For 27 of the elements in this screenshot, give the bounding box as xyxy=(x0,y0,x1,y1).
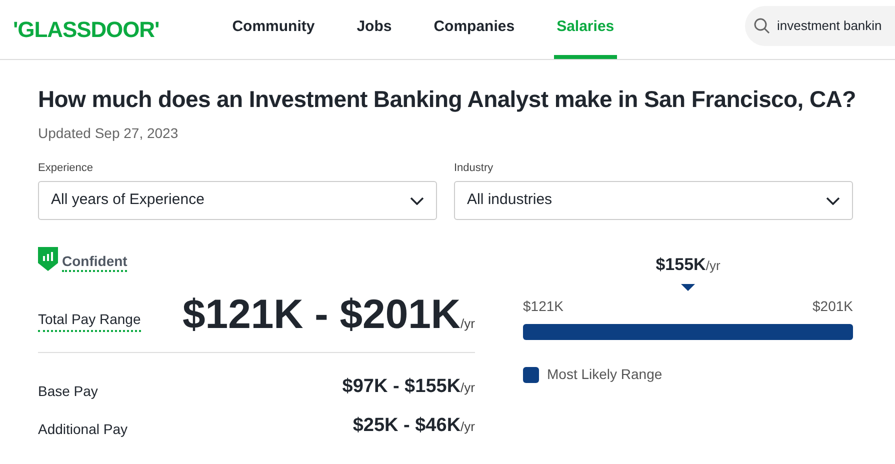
chevron-down-icon xyxy=(826,196,840,204)
nav-link[interactable]: Community xyxy=(229,0,318,59)
pay-range: $97K - $155K/yr xyxy=(342,375,475,399)
marker-icon xyxy=(681,284,695,292)
median-pay: $155K/yr xyxy=(656,254,720,276)
search-icon xyxy=(753,17,771,35)
nav-link[interactable]: Companies xyxy=(430,0,518,59)
dropdown[interactable]: All years of Experience xyxy=(38,181,437,220)
legend-swatch-icon xyxy=(523,366,539,382)
range-high: $201K xyxy=(812,297,853,316)
legend-label: Most Likely Range xyxy=(547,365,662,384)
range-low: $121K xyxy=(523,297,564,316)
total-pay-range: $121K - $201K/yr xyxy=(182,294,475,336)
bar-chart-shield-icon xyxy=(38,247,58,271)
pay-range: $25K - $46K/yr xyxy=(352,414,475,438)
page-title: How much does an Investment Banking Analyst make in San Francisco, CA? xyxy=(38,85,853,114)
confidence-label[interactable]: Confident xyxy=(62,252,128,272)
pay-label: Base Pay xyxy=(38,382,98,401)
dropdown[interactable]: All industries xyxy=(454,181,853,220)
pay-label: Additional Pay xyxy=(38,420,128,439)
chevron-down-icon xyxy=(410,196,424,204)
filter-label: Experience xyxy=(38,160,94,176)
total-pay-label[interactable]: Total Pay Range xyxy=(38,309,141,332)
filter-label: Industry xyxy=(454,160,494,176)
search-field[interactable]: investment bankin xyxy=(745,6,895,46)
nav-link[interactable]: Jobs xyxy=(354,0,395,59)
updated-date: Updated Sep 27, 2023 xyxy=(38,124,180,143)
